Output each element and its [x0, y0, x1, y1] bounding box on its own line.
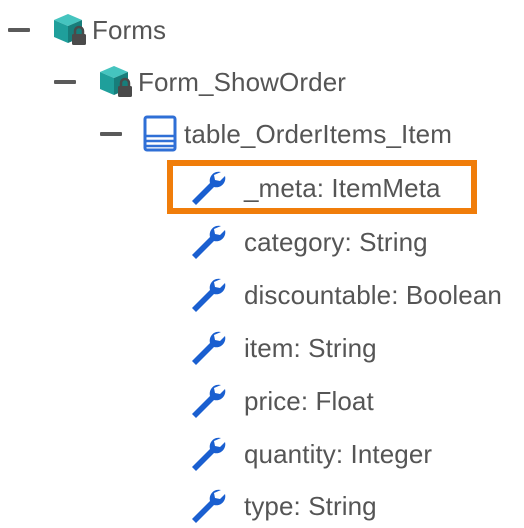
node-label: Form_ShowOrder — [138, 66, 347, 97]
node-label: type: String — [244, 490, 377, 521]
node-label: _meta: ItemMeta — [244, 172, 441, 203]
wrench-icon — [188, 275, 230, 315]
node-label: Forms — [92, 14, 167, 45]
tree-node-category[interactable]: category: String — [188, 220, 428, 264]
table-icon — [142, 114, 184, 154]
tree-node-form-showorder[interactable]: Form_ShowOrder — [54, 60, 346, 104]
wrench-icon — [188, 486, 230, 526]
collapse-toggle[interactable] — [54, 80, 76, 84]
node-label: item: String — [244, 332, 377, 363]
tree-node-table-orderitems-item[interactable]: table_OrderItems_Item — [100, 112, 452, 156]
wrench-icon — [188, 168, 230, 208]
tree-node-meta[interactable]: _meta: ItemMeta — [188, 166, 441, 210]
tree-node-type[interactable]: type: String — [188, 484, 377, 528]
wrench-icon — [188, 434, 230, 474]
node-label: price: Float — [244, 385, 374, 416]
package-lock-icon — [50, 10, 92, 50]
tree-node-price[interactable]: price: Float — [188, 379, 374, 423]
collapse-toggle[interactable] — [8, 28, 30, 32]
node-label: discountable: Boolean — [244, 279, 502, 310]
tree-node-item[interactable]: item: String — [188, 326, 377, 370]
node-label: table_OrderItems_Item — [184, 118, 452, 149]
tree-node-quantity[interactable]: quantity: Integer — [188, 432, 432, 476]
tree-node-discountable[interactable]: discountable: Boolean — [188, 273, 502, 317]
wrench-icon — [188, 328, 230, 368]
wrench-icon — [188, 381, 230, 421]
collapse-toggle[interactable] — [100, 132, 122, 136]
tree-node-forms[interactable]: Forms — [8, 8, 166, 52]
package-lock-icon — [96, 62, 138, 102]
wrench-icon — [188, 222, 230, 262]
node-label: category: String — [244, 226, 428, 257]
node-label: quantity: Integer — [244, 438, 433, 469]
